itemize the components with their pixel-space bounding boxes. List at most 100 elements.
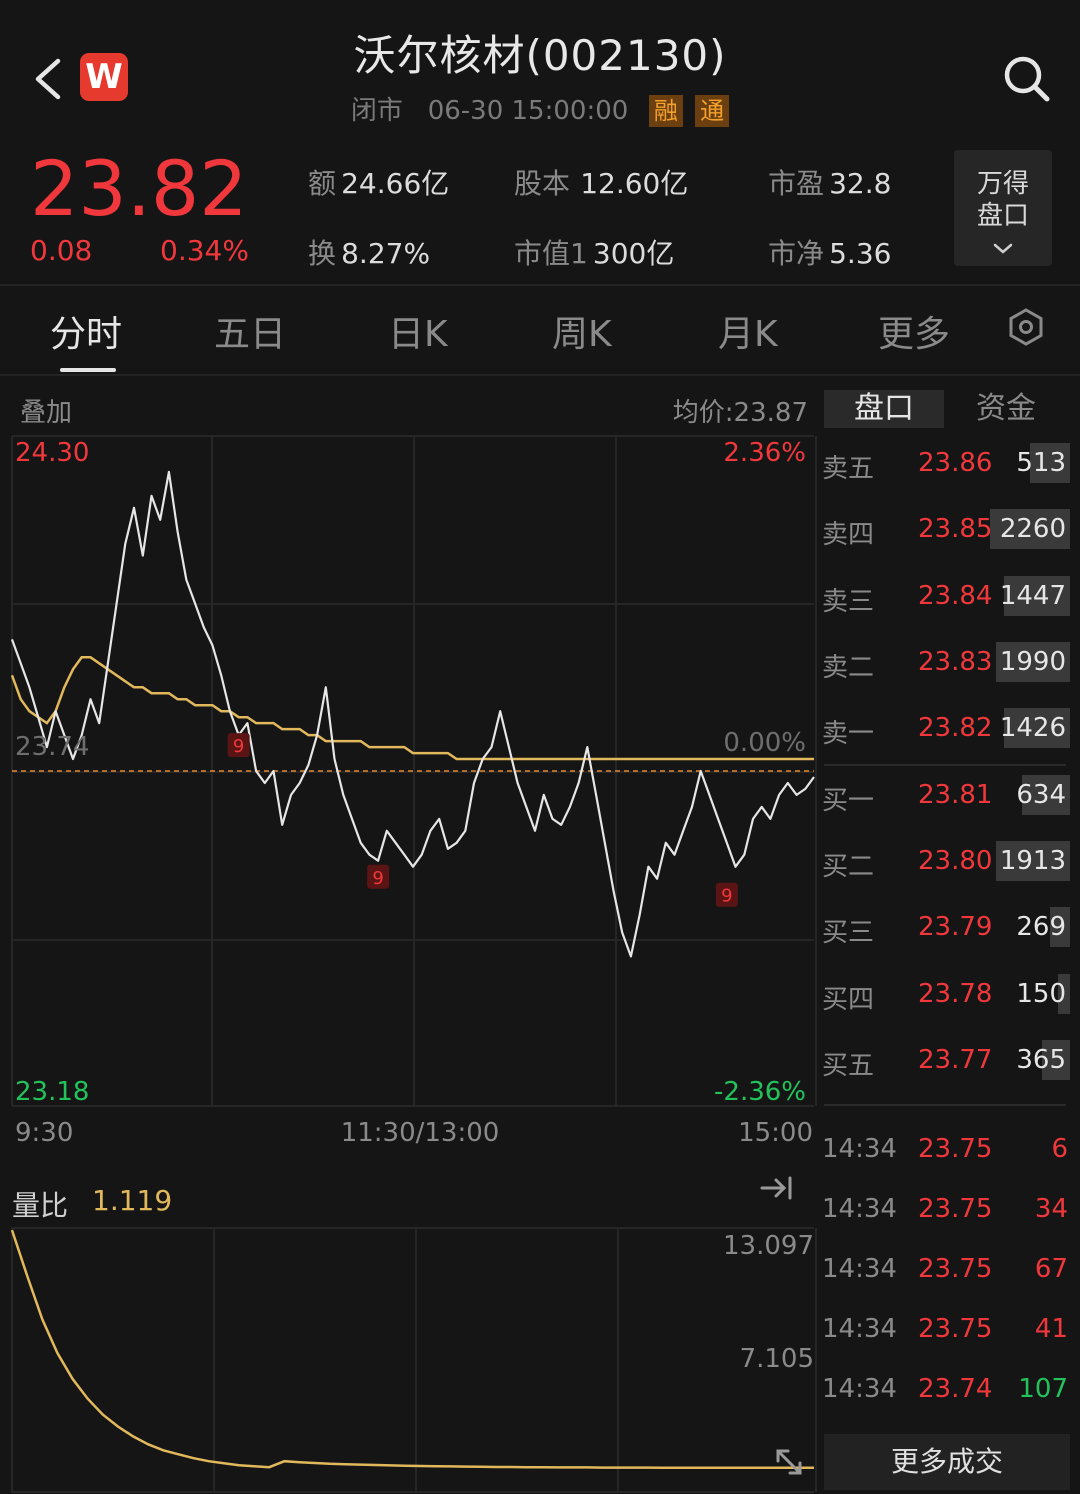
- turnover-stat: 换 8.27%: [308, 232, 430, 272]
- ask-row: 卖一 23.82 1426: [820, 707, 1072, 751]
- mktcap-label: 市值1: [514, 237, 588, 270]
- tick-volume: 6: [1051, 1134, 1068, 1164]
- average-price: 均价:23.87: [672, 398, 808, 428]
- tab-monthly-k[interactable]: 月K: [718, 305, 778, 357]
- arrow-to-right-icon: [760, 1176, 792, 1200]
- mktcap-value: 300亿: [592, 237, 675, 270]
- trade-tick-row: 14:34 23.75 34: [820, 1188, 1072, 1232]
- tick-time: 14:34: [822, 1314, 897, 1344]
- y-axis-bottom-label: 23.18: [15, 1077, 89, 1107]
- divider: [0, 284, 1080, 286]
- last-price: 23.82: [30, 144, 248, 233]
- overlay-button[interactable]: 叠加: [20, 392, 72, 429]
- svg-text:9: 9: [721, 886, 732, 907]
- svg-text:9: 9: [233, 736, 244, 757]
- bid-label: 买四: [822, 985, 875, 1015]
- tab-intraday[interactable]: 分时: [50, 305, 122, 357]
- bid-row: 买三 23.79 269: [820, 906, 1072, 950]
- ask-volume: 1447: [999, 581, 1066, 611]
- bid-price: 23.80: [918, 846, 993, 876]
- ask-volume: 513: [1016, 448, 1066, 478]
- tab-capital-flow[interactable]: 资金: [946, 390, 1066, 428]
- divider: [0, 374, 1080, 376]
- x-axis-close-label: 15:00: [738, 1118, 813, 1148]
- ask-label: 卖一: [822, 719, 875, 749]
- more-trades-button[interactable]: 更多成交: [824, 1434, 1070, 1490]
- svg-text:9: 9: [372, 868, 383, 889]
- ask-price: 23.85: [918, 514, 993, 544]
- chart-settings-button[interactable]: [1006, 307, 1046, 347]
- pe-label: 市盈: [768, 167, 825, 200]
- trade-tick-row: 14:34 23.74 107: [820, 1368, 1072, 1412]
- wande-orderbook-button[interactable]: 万得 盘口: [954, 150, 1052, 266]
- shares-stat: 股本 12.60亿: [514, 162, 688, 202]
- ask-price: 23.82: [918, 713, 993, 743]
- bid-row: 买四 23.78 150: [820, 973, 1072, 1017]
- amount-label: 额: [308, 167, 337, 200]
- bid-row: 买五 23.77 365: [820, 1039, 1072, 1083]
- bid-label: 买一: [822, 786, 875, 816]
- tick-time: 14:34: [822, 1134, 897, 1164]
- x-axis-midday-label: 11:30/13:00: [341, 1118, 500, 1148]
- ask-label: 卖四: [822, 520, 875, 550]
- tick-price: 23.75: [918, 1254, 993, 1284]
- ask-row: 卖四 23.85 2260: [820, 508, 1072, 552]
- pe-stat: 市盈 32.8: [768, 162, 891, 202]
- price-change: 0.08: [30, 234, 93, 267]
- volume-ratio-line: [10, 1229, 814, 1470]
- ask-price: 23.83: [918, 647, 993, 677]
- trade-tick-row: 14:34 23.75 6: [820, 1128, 1072, 1172]
- tick-price: 23.75: [918, 1134, 993, 1164]
- margin-tag: 融: [648, 95, 683, 127]
- pb-stat: 市净 5.36: [768, 232, 891, 272]
- signal-marker-icon: 9: [715, 882, 738, 907]
- trade-tick-row: 14:34 23.75 67: [820, 1248, 1072, 1292]
- stock-title: 沃尔核材(002130): [353, 31, 727, 80]
- market-status: 闭市 06-30 15:00:00 融 通: [0, 90, 1080, 127]
- bid-row: 买二 23.80 1913: [820, 840, 1072, 884]
- volume-ratio-label: 量比: [12, 1189, 69, 1222]
- tab-five-day[interactable]: 五日: [214, 305, 286, 357]
- tab-daily-k[interactable]: 日K: [388, 305, 448, 357]
- wande-label-line2: 盘口: [976, 201, 1029, 231]
- ask-price: 23.86: [918, 448, 993, 478]
- market-status-text: 闭市: [350, 96, 403, 126]
- pct-axis-top-label: 2.36%: [723, 438, 806, 468]
- ask-label: 卖二: [822, 653, 875, 683]
- tick-volume: 34: [1034, 1194, 1068, 1224]
- collapse-panel-button[interactable]: [756, 1168, 796, 1208]
- ask-label: 卖三: [822, 587, 875, 617]
- tick-time: 14:34: [822, 1194, 897, 1224]
- pct-axis-mid-label: 0.00%: [723, 728, 806, 758]
- volume-ratio-value: 1.119: [92, 1184, 173, 1217]
- amount-stat: 额 24.66亿: [308, 162, 449, 202]
- ask-row: 卖五 23.86 513: [820, 442, 1072, 486]
- orderbook-divider: [824, 764, 1066, 766]
- mktcap-stat: 市值1 300亿: [514, 232, 674, 272]
- expand-diagonal-icon: [776, 1449, 802, 1475]
- signal-marker-icon: 9: [227, 733, 250, 758]
- shares-value: 12.60亿: [580, 167, 689, 200]
- tab-more[interactable]: 更多: [878, 305, 950, 357]
- tab-orderbook[interactable]: 盘口: [824, 390, 944, 428]
- fullscreen-button[interactable]: [770, 1443, 808, 1481]
- tick-time: 14:34: [822, 1374, 897, 1404]
- bid-row: 买一 23.81 634: [820, 774, 1072, 818]
- bid-volume: 365: [1016, 1045, 1066, 1075]
- bid-volume: 634: [1016, 780, 1066, 810]
- active-tab-indicator: [60, 368, 116, 372]
- bid-volume: 1913: [999, 846, 1066, 876]
- tab-weekly-k[interactable]: 周K: [552, 305, 612, 357]
- ask-volume: 2260: [999, 514, 1066, 544]
- pb-value: 5.36: [829, 237, 892, 270]
- bid-label: 买三: [822, 918, 875, 948]
- orderbook-divider: [824, 1104, 1066, 1106]
- shares-label: 股本: [514, 167, 571, 200]
- intraday-chart[interactable]: 9 9 9 24.30 23.74 23.18 2.36% 0.00% -2.36%…: [0, 430, 820, 1494]
- search-button[interactable]: [1000, 52, 1052, 104]
- x-axis-open-label: 9:30: [15, 1118, 73, 1148]
- ask-row: 卖二 23.83 1990: [820, 641, 1072, 685]
- chevron-down-icon: [993, 243, 1013, 254]
- bid-label: 买五: [822, 1051, 875, 1081]
- hexagon-settings-icon: [1009, 308, 1043, 346]
